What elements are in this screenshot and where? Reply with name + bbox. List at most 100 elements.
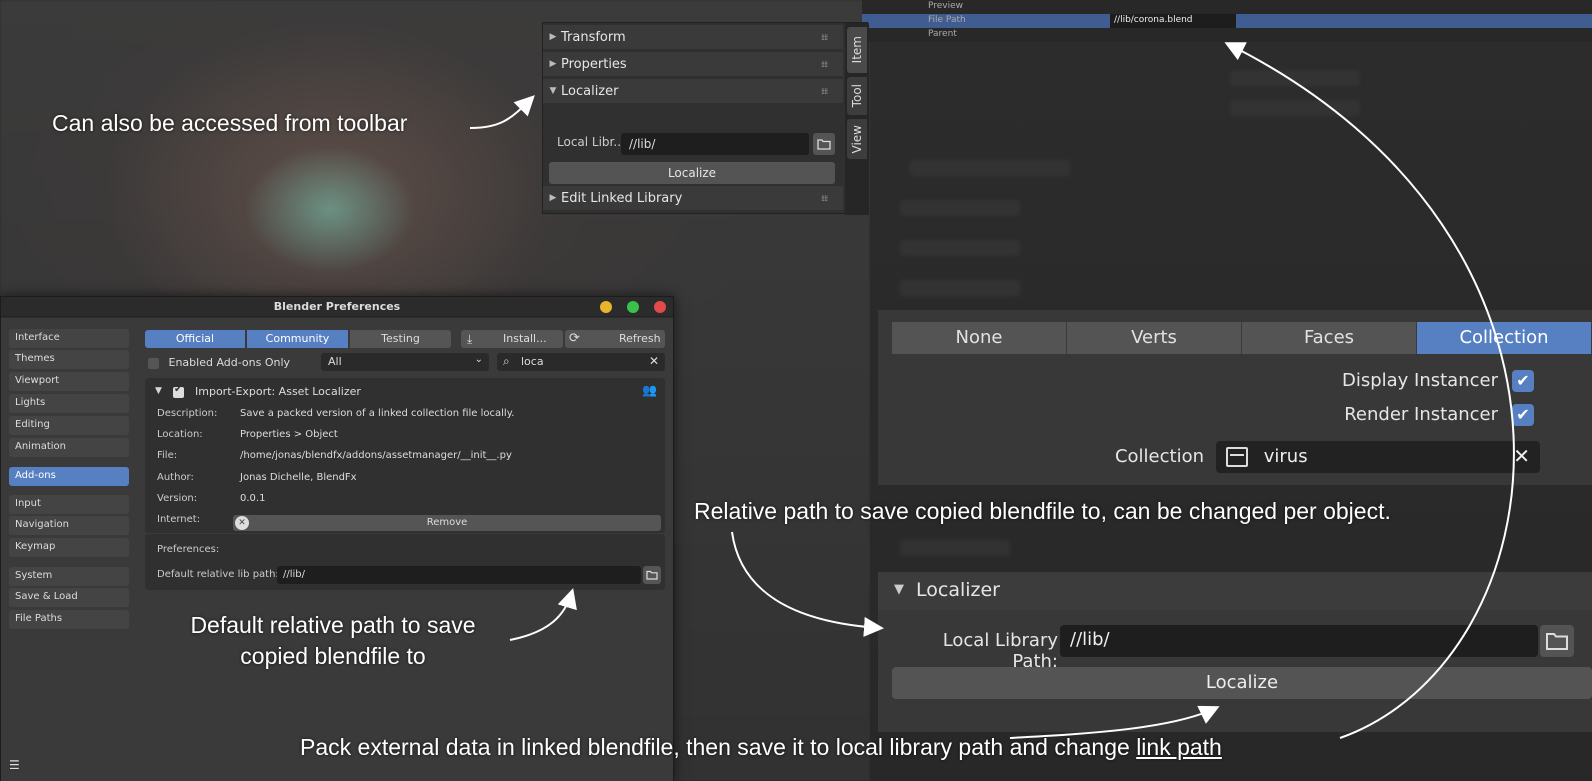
tab-none[interactable]: None xyxy=(892,322,1067,354)
instancing-tabs: None Verts Faces Collection xyxy=(892,322,1592,354)
tab-tool[interactable]: Tool xyxy=(847,77,867,115)
clear-icon[interactable]: ✕ xyxy=(649,354,659,368)
close-button[interactable] xyxy=(654,301,666,313)
install-button[interactable]: ⤓ Install... xyxy=(461,330,563,348)
row-file-path[interactable]: File Path //lib/corona.blend xyxy=(862,14,1592,28)
default-lib-input[interactable]: //lib/ xyxy=(277,566,641,584)
annotation-toolbar: Can also be accessed from toolbar xyxy=(52,110,408,136)
localizer-panel: ▼ Localizer Local Library Path: //lib/ L… xyxy=(878,572,1592,732)
remove-x-icon: ✕ xyxy=(235,516,249,530)
hamburger-menu-icon[interactable]: ☰ xyxy=(9,758,23,772)
localize-button[interactable]: Localize xyxy=(549,162,835,184)
chevron-down-icon: ⌄ xyxy=(474,354,483,365)
row-preview: Preview xyxy=(928,1,964,11)
expanded-arrow-icon: ▼ xyxy=(549,86,557,96)
refresh-button[interactable]: ⟳ Refresh xyxy=(565,330,665,348)
drag-grip-icon[interactable]: ⁞⁞⁞⁞ xyxy=(821,60,835,69)
download-icon: ⤓ xyxy=(467,332,473,346)
collection-label: Collection xyxy=(1114,446,1204,467)
default-lib-label: Default relative lib path:: xyxy=(157,569,283,580)
section-properties[interactable]: ▶ Properties ⁞⁞⁞⁞ xyxy=(543,52,843,76)
refresh-icon: ⟳ xyxy=(569,331,580,346)
folder-icon[interactable] xyxy=(813,133,835,155)
n-panel: ▶ Transform ⁞⁞⁞⁞ ▶ Properties ⁞⁞⁞⁞ ▼ Loc… xyxy=(542,22,869,215)
annotation-relative-path: Relative path to save copied blendfile t… xyxy=(694,498,1391,524)
display-instancer-label: Display Instancer xyxy=(1341,370,1498,391)
collection-field[interactable]: virus ✕ xyxy=(1216,441,1540,473)
annotation-default-path: Default relative path to save copied ble… xyxy=(190,612,476,670)
folder-icon[interactable] xyxy=(1540,625,1574,657)
local-lib-label: Local Library Path: xyxy=(942,630,1058,672)
section-transform[interactable]: ▶ Transform ⁞⁞⁞⁞ xyxy=(543,25,843,49)
sidebar-item-system[interactable]: System xyxy=(9,567,129,586)
link-path-text: link path xyxy=(1136,734,1222,760)
category-dropdown[interactable]: All ⌄ xyxy=(321,353,489,371)
render-instancer-label: Render Instancer xyxy=(1344,404,1498,425)
sidebar-item-animation[interactable]: Animation xyxy=(9,438,129,457)
tab-collection[interactable]: Collection xyxy=(1417,322,1592,354)
addon-enabled-checkbox[interactable] xyxy=(173,384,184,398)
sidebar-item-interface[interactable]: Interface xyxy=(9,329,129,348)
addon-name: Import-Export: Asset Localizer xyxy=(195,385,361,398)
annotation-pack: Pack external data in linked blendfile, … xyxy=(300,734,1222,760)
addon-author: Jonas Dichelle, BlendFx xyxy=(240,472,357,483)
addon-preferences: Preferences: Default relative lib path::… xyxy=(145,534,665,590)
preferences-window: Blender Preferences Interface Themes Vie… xyxy=(0,296,674,781)
tab-community[interactable]: Community xyxy=(247,330,348,348)
row-parent: Parent xyxy=(928,29,957,39)
window-title-bar[interactable]: Blender Preferences xyxy=(1,297,673,317)
collapsed-arrow-icon: ▶ xyxy=(549,32,557,42)
tab-verts[interactable]: Verts xyxy=(1067,322,1242,354)
addon-description: Save a packed version of a linked collec… xyxy=(240,408,515,419)
folder-icon[interactable] xyxy=(643,566,661,584)
file-path-field[interactable]: //lib/corona.blend xyxy=(1110,14,1236,28)
tab-testing[interactable]: Testing xyxy=(350,330,451,348)
localizer-header[interactable]: ▼ Localizer xyxy=(878,572,1592,610)
collection-box-icon xyxy=(1226,447,1248,467)
local-lib-label: Local Libr... xyxy=(557,135,625,149)
tab-faces[interactable]: Faces xyxy=(1242,322,1417,354)
local-lib-input[interactable]: //lib/ xyxy=(1060,625,1538,657)
display-instancer-checkbox[interactable]: ✔ xyxy=(1512,370,1534,392)
enabled-only-toggle[interactable]: Enabled Add-ons Only xyxy=(148,356,290,369)
expanded-arrow-icon: ▼ xyxy=(894,582,904,597)
prefs-addons-page: Official Community Testing ⤓ Install... … xyxy=(137,318,673,781)
drag-grip-icon[interactable]: ⁞⁞⁞⁞ xyxy=(821,87,835,96)
sidebar-item-save-load[interactable]: Save & Load xyxy=(9,588,129,607)
section-localizer[interactable]: ▼ Localizer ⁞⁞⁞⁞ xyxy=(543,79,843,103)
sidebar-item-addons[interactable]: Add-ons xyxy=(9,467,129,486)
sidebar-item-themes[interactable]: Themes xyxy=(9,350,129,369)
sidebar-item-lights[interactable]: Lights xyxy=(9,394,129,413)
local-lib-input[interactable]: //lib/ xyxy=(621,133,809,155)
drag-grip-icon[interactable]: ⁞⁞⁞⁞ xyxy=(821,194,835,203)
window-title: Blender Preferences xyxy=(273,300,401,313)
sidebar-item-file-paths[interactable]: File Paths xyxy=(9,610,129,629)
clear-icon[interactable]: ✕ xyxy=(1513,444,1530,468)
tab-official[interactable]: Official xyxy=(145,330,245,348)
addon-location: Properties > Object xyxy=(240,429,338,440)
localize-button[interactable]: Localize xyxy=(892,667,1592,699)
object-instancing-panel: None Verts Faces Collection Display Inst… xyxy=(878,310,1592,485)
tab-view[interactable]: View xyxy=(847,119,867,159)
remove-button[interactable]: ✕ Remove xyxy=(233,515,661,531)
sidebar-item-input[interactable]: Input xyxy=(9,495,129,514)
collapsed-arrow-icon: ▶ xyxy=(549,59,557,69)
expanded-arrow-icon[interactable]: ▼ xyxy=(155,386,162,396)
search-input[interactable]: ⌕ loca ✕ xyxy=(497,353,665,371)
addon-version: 0.0.1 xyxy=(240,493,266,504)
tab-item[interactable]: Item xyxy=(847,27,867,73)
section-edit-linked-library[interactable]: ▶ Edit Linked Library ⁞⁞⁞⁞ xyxy=(543,186,843,210)
minimize-button[interactable] xyxy=(600,301,612,313)
addon-file: /home/jonas/blendfx/addons/assetmanager/… xyxy=(240,450,512,461)
sidebar-item-editing[interactable]: Editing xyxy=(9,416,129,435)
drag-grip-icon[interactable]: ⁞⁞⁞⁞ xyxy=(821,33,835,42)
checkbox[interactable] xyxy=(148,357,159,369)
sidebar-item-viewport[interactable]: Viewport xyxy=(9,372,129,391)
maximize-button[interactable] xyxy=(627,301,639,313)
n-panel-tabs: Item Tool View xyxy=(845,23,869,215)
sidebar-item-keymap[interactable]: Keymap xyxy=(9,538,129,557)
sidebar-item-navigation[interactable]: Navigation xyxy=(9,516,129,535)
user-icon: 👥 xyxy=(642,383,657,397)
search-icon: ⌕ xyxy=(503,354,510,368)
render-instancer-checkbox[interactable]: ✔ xyxy=(1512,404,1534,426)
